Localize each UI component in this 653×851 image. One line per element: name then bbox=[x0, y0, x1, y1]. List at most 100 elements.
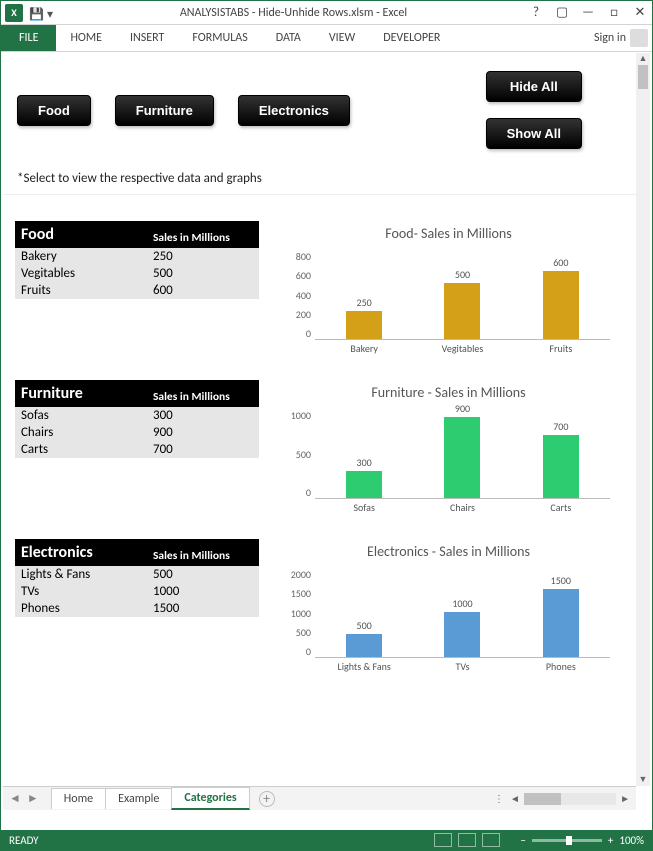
sheet-nav-prev-icon[interactable]: ◄ bbox=[7, 791, 23, 806]
zoom-level[interactable]: 100% bbox=[619, 834, 644, 847]
avatar-icon bbox=[630, 29, 648, 47]
ribbon-options-icon[interactable]: ▢ bbox=[554, 5, 570, 20]
tab-file[interactable]: FILE bbox=[1, 25, 56, 51]
qat-dropdown-icon[interactable]: ▾ bbox=[47, 7, 59, 19]
x-tick: Chairs bbox=[414, 501, 511, 519]
tab-developer[interactable]: DEVELOPER bbox=[369, 25, 454, 51]
hscroll-left-icon[interactable]: ◄ bbox=[508, 792, 522, 805]
x-tick: TVs bbox=[414, 660, 511, 678]
table-food: FoodSales in MillionsBakery250Vegitables… bbox=[15, 221, 259, 364]
table-row: Phones1500 bbox=[15, 600, 259, 617]
bar bbox=[346, 471, 382, 498]
controls-region: Food Furniture Electronics Hide All Show… bbox=[3, 53, 636, 195]
save-icon[interactable]: 💾 bbox=[29, 7, 41, 19]
cell-item: TVs bbox=[15, 583, 147, 600]
x-tick: Phones bbox=[512, 660, 609, 678]
vertical-scrollbar[interactable]: ▲ ▼ bbox=[636, 53, 650, 786]
table-row: Sofas300 bbox=[15, 407, 259, 424]
bar-group: 700 bbox=[512, 420, 609, 498]
tab-data[interactable]: DATA bbox=[262, 25, 315, 51]
y-tick: 0 bbox=[306, 486, 311, 499]
header-metric: Sales in Millions bbox=[147, 543, 259, 566]
ribbon-tabs: FILE HOME INSERT FORMULAS DATA VIEW DEVE… bbox=[1, 25, 652, 52]
cell-item: Lights & Fans bbox=[15, 566, 147, 583]
table-row: Lights & Fans500 bbox=[15, 566, 259, 583]
workspace: Food Furniture Electronics Hide All Show… bbox=[3, 53, 650, 810]
table-row: TVs1000 bbox=[15, 583, 259, 600]
bar bbox=[346, 634, 382, 657]
tab-home[interactable]: HOME bbox=[56, 25, 116, 51]
zoom-control[interactable]: − + 100% bbox=[520, 834, 644, 847]
plot-area: 200015001000500050010001500Lights & Fans… bbox=[315, 568, 610, 678]
bar-value-label: 500 bbox=[455, 268, 470, 281]
table-header: FoodSales in Millions bbox=[15, 221, 259, 248]
bar-value-label: 600 bbox=[553, 256, 568, 269]
scroll-down-arrow-icon[interactable]: ▼ bbox=[636, 774, 650, 786]
plot-area: 8006004002000250500600BakeryVegitablesFr… bbox=[315, 250, 610, 360]
maximize-button[interactable]: □ bbox=[606, 5, 622, 20]
tab-formulas[interactable]: FORMULAS bbox=[178, 25, 261, 51]
show-all-button[interactable]: Show All bbox=[486, 118, 582, 149]
bar bbox=[444, 612, 480, 657]
view-pagelayout-icon[interactable] bbox=[458, 833, 476, 847]
chart-furniture: Furniture - Sales in Millions10005000300… bbox=[277, 380, 624, 523]
view-normal-icon[interactable] bbox=[434, 833, 452, 847]
cell-value: 500 bbox=[147, 566, 259, 583]
bars: 250 500 600 bbox=[315, 250, 610, 340]
status-ready: READY bbox=[9, 834, 39, 847]
add-sheet-button[interactable]: + bbox=[259, 791, 275, 807]
hscroll-divider-icon[interactable]: ⋮ bbox=[492, 792, 506, 805]
close-button[interactable]: ✕ bbox=[632, 5, 648, 20]
y-tick: 500 bbox=[296, 448, 311, 461]
cell-value: 1500 bbox=[147, 600, 259, 617]
minimize-button[interactable]: — bbox=[580, 5, 596, 20]
y-tick: 800 bbox=[296, 250, 311, 263]
bar-group: 500 bbox=[315, 619, 412, 657]
scroll-up-arrow-icon[interactable]: ▲ bbox=[636, 53, 650, 65]
table-electronics: ElectronicsSales in MillionsLights & Fan… bbox=[15, 539, 259, 682]
titlebar: X 💾 ▾ ANALYSISTABS - Hide-Unhide Rows.xl… bbox=[1, 1, 652, 25]
bars: 50010001500 bbox=[315, 568, 610, 658]
scroll-thumb[interactable] bbox=[638, 65, 648, 89]
sheet-tab-home[interactable]: Home bbox=[51, 788, 106, 809]
cell-item: Fruits bbox=[15, 282, 147, 299]
view-pagebreak-icon[interactable] bbox=[482, 833, 500, 847]
table-row: Vegitables500 bbox=[15, 265, 259, 282]
zoom-in-icon[interactable]: + bbox=[608, 834, 613, 847]
food-button[interactable]: Food bbox=[17, 95, 91, 126]
sign-in[interactable]: Sign in bbox=[590, 25, 652, 51]
hide-all-button[interactable]: Hide All bbox=[486, 71, 582, 102]
electronics-button[interactable]: Electronics bbox=[238, 95, 350, 126]
section-food: FoodSales in MillionsBakery 250 Vegitables… bbox=[3, 217, 636, 376]
cell-item: Chairs bbox=[15, 424, 147, 441]
y-tick: 500 bbox=[296, 626, 311, 639]
zoom-out-icon[interactable]: − bbox=[520, 834, 525, 847]
header-metric: Sales in Millions bbox=[147, 384, 259, 407]
bar bbox=[444, 283, 480, 339]
y-axis: 1000 500 0 bbox=[281, 409, 311, 499]
y-tick: 1000 bbox=[291, 409, 311, 422]
zoom-slider[interactable] bbox=[532, 839, 602, 842]
cell-item: Bakery bbox=[15, 248, 147, 265]
sheet-tab-example[interactable]: Example bbox=[105, 788, 172, 809]
header-metric: Sales in Millions bbox=[147, 225, 259, 248]
furniture-button[interactable]: Furniture bbox=[115, 95, 214, 126]
bar-value-label: 250 bbox=[357, 296, 372, 309]
cell-value: 900 bbox=[147, 424, 259, 441]
x-tick: Vegitables bbox=[414, 342, 511, 360]
bar bbox=[346, 311, 382, 339]
help-icon[interactable]: ? bbox=[528, 5, 544, 20]
cell-item: Sofas bbox=[15, 407, 147, 424]
tab-insert[interactable]: INSERT bbox=[116, 25, 178, 51]
x-tick: Fruits bbox=[512, 342, 609, 360]
sheet-tab-categories[interactable]: Categories bbox=[171, 787, 249, 810]
y-tick: 2000 bbox=[291, 568, 311, 581]
hscroll-right-icon[interactable]: ► bbox=[618, 792, 632, 805]
section-electronics: ElectronicsSales in MillionsLights & Fan… bbox=[3, 535, 636, 694]
sheet-nav-next-icon[interactable]: ► bbox=[25, 791, 41, 806]
bar-group: 500 bbox=[414, 268, 511, 339]
tab-view[interactable]: VIEW bbox=[315, 25, 369, 51]
excel-app-icon: X bbox=[5, 4, 23, 22]
sign-in-label: Sign in bbox=[594, 31, 626, 45]
horizontal-scrollbar[interactable]: ⋮ ◄ ► bbox=[492, 792, 632, 805]
